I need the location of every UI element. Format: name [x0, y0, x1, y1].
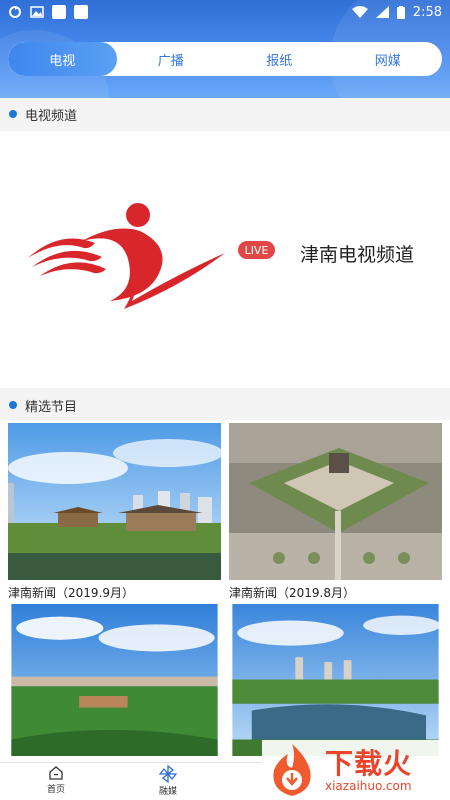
battery-icon — [396, 5, 405, 19]
program-thumbnail — [229, 423, 442, 580]
pinwheel-icon — [159, 765, 177, 783]
media-tabs: 电视 广播 报纸 网媒 — [8, 42, 442, 76]
nav-label-home: 首页 — [46, 785, 65, 795]
wifi-icon — [351, 6, 368, 18]
status-bar: 2:58 — [0, 0, 450, 24]
program-caption: 津南新闻（2019.8月） — [229, 586, 355, 600]
program-card[interactable]: 津南新闻（2019.8月） — [229, 423, 442, 601]
section-dot-icon — [9, 110, 17, 118]
live-badge: LIVE — [238, 241, 275, 259]
tv-section-header: 电视频道 — [0, 98, 450, 130]
program-thumbnail — [8, 423, 221, 580]
flame-logo-icon — [273, 744, 311, 796]
channel-name[interactable]: 津南电视频道 — [300, 240, 414, 267]
watermark-subtext: xiazaihuo.com — [325, 779, 412, 793]
home-icon — [49, 766, 63, 780]
program-card[interactable]: 津南新闻（2019.9月） — [8, 423, 221, 601]
featured-section-title: 精选节目 — [25, 399, 78, 415]
signal-icon — [375, 6, 389, 18]
program-thumbnail — [11, 604, 218, 756]
nav-item-home[interactable]: 首页 — [26, 765, 86, 795]
program-card[interactable] — [229, 604, 442, 760]
channel-logo — [28, 203, 225, 309]
program-thumbnail — [232, 604, 441, 756]
nav-label-media: 融媒 — [158, 787, 177, 797]
tab-web-media[interactable]: 网媒 — [334, 42, 443, 76]
sync-icon — [9, 6, 21, 18]
tab-newspaper[interactable]: 报纸 — [225, 42, 334, 76]
watermark-text: 下载火 — [325, 747, 413, 780]
tab-radio[interactable]: 广播 — [117, 42, 226, 76]
featured-section-header: 精选节目 — [0, 389, 450, 421]
section-dot-icon — [9, 401, 17, 409]
tv-section-title: 电视频道 — [25, 108, 78, 124]
status-time: 2:58 — [412, 4, 442, 20]
square-icon — [52, 5, 66, 19]
program-card[interactable] — [8, 604, 221, 760]
image-icon — [30, 6, 44, 18]
program-caption: 津南新闻（2019.9月） — [8, 586, 134, 600]
nav-item-media[interactable]: 融媒 — [138, 765, 198, 797]
square-icon — [74, 5, 88, 19]
tab-tv[interactable]: 电视 — [8, 42, 117, 76]
